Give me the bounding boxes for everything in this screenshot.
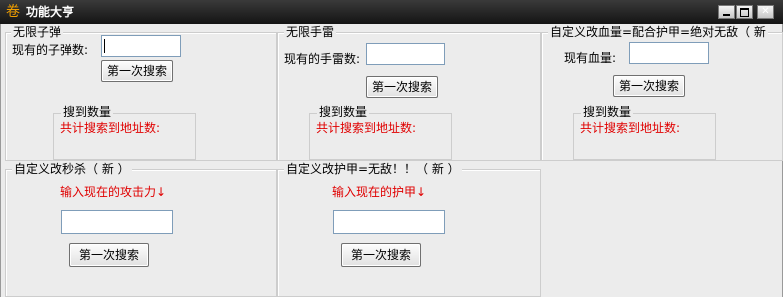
current-grenades-input[interactable] <box>366 43 445 65</box>
panel-one-hit-kill-title: 自定义改秒杀（ 新 ） <box>12 162 132 176</box>
armor-prompt-label: 输入现在的护甲↓ <box>332 185 427 199</box>
ammo-results-title: 搜到数量 <box>61 105 114 119</box>
health-first-search-button[interactable]: 第一次搜索 <box>613 75 685 97</box>
attack-first-search-button[interactable]: 第一次搜索 <box>69 243 149 267</box>
app-logo-icon: 卷 <box>6 4 20 20</box>
current-ammo-input[interactable] <box>101 35 181 57</box>
panel-infinite-grenades-title: 无限手雷 <box>284 25 337 39</box>
current-ammo-label: 现有的子弹数: <box>12 43 89 57</box>
panel-infinite-ammo-title: 无限子弹 <box>11 25 64 39</box>
panel-armor-title: 自定义改护甲=无敌！！（ 新 ） <box>284 162 462 176</box>
attack-value-input[interactable] <box>61 210 173 234</box>
client-area: 无限子弹 现有的子弹数: 第一次搜索 搜到数量 共计搜索到地址数: 无限手雷 现… <box>0 24 783 297</box>
armor-first-search-button[interactable]: 第一次搜索 <box>341 243 421 267</box>
maximize-button[interactable] <box>736 5 753 19</box>
grenades-results-count-label: 共计搜索到地址数: <box>316 121 417 135</box>
attack-prompt-label: 输入现在的攻击力↓ <box>60 185 167 199</box>
current-grenades-label: 现有的手雷数: <box>284 52 361 66</box>
health-results-count-label: 共计搜索到地址数: <box>580 121 681 135</box>
grenades-first-search-button[interactable]: 第一次搜索 <box>366 76 438 98</box>
current-health-label: 现有血量: <box>564 51 617 65</box>
ammo-first-search-button[interactable]: 第一次搜索 <box>101 60 173 82</box>
ammo-results-count-label: 共计搜索到地址数: <box>60 121 161 135</box>
window-title: 功能大亨 <box>26 5 75 19</box>
close-button[interactable] <box>757 5 774 19</box>
text-cursor <box>104 39 105 53</box>
minimize-button[interactable] <box>718 5 735 19</box>
panel-health-title: 自定义改血量=配合护甲=绝对无敌（ 新 <box>548 25 768 39</box>
current-health-input[interactable] <box>629 42 709 64</box>
health-results-title: 搜到数量 <box>581 105 634 119</box>
grenades-results-title: 搜到数量 <box>317 105 370 119</box>
title-bar: 卷 功能大亨 <box>0 0 783 24</box>
armor-value-input[interactable] <box>333 210 445 234</box>
